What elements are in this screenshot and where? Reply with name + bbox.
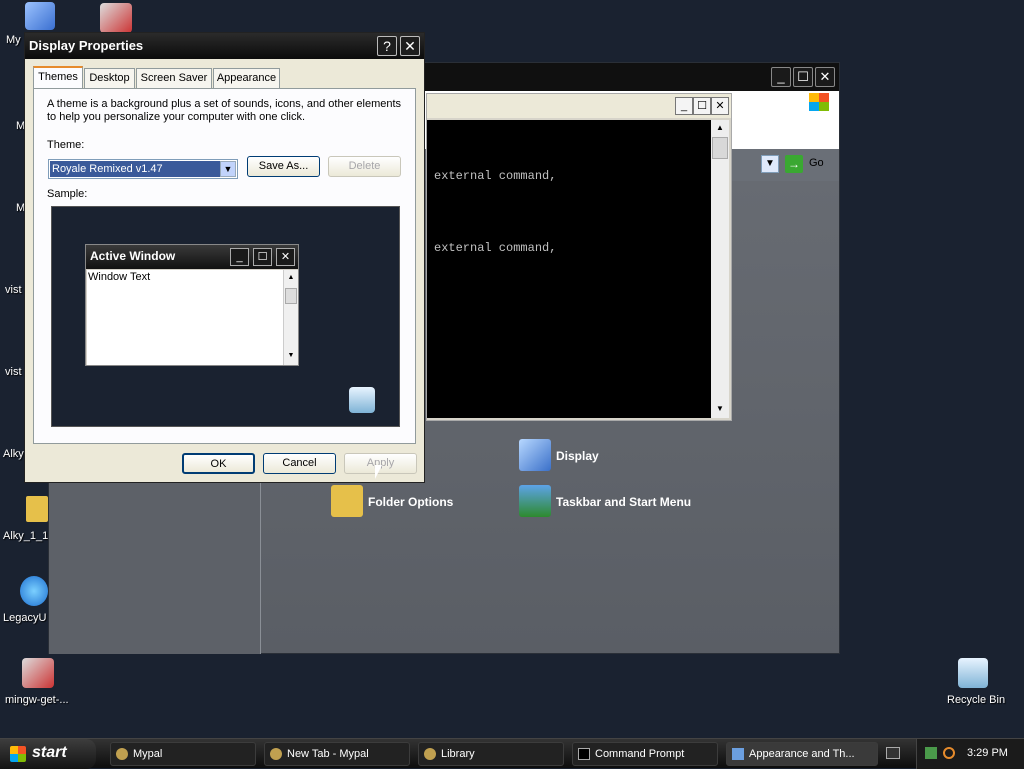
installer-icon[interactable] [100, 3, 132, 33]
scroll-thumb [285, 288, 297, 304]
mypal-icon [270, 748, 282, 760]
theme-label: Theme: [47, 139, 85, 151]
close-icon[interactable]: ✕ [815, 67, 835, 87]
taskbar: start Mypal New Tab - Mypal Library Comm… [0, 738, 1024, 769]
recycle-bin-icon[interactable] [958, 658, 988, 688]
save-as-button[interactable]: Save As... [247, 156, 320, 177]
folder-options-icon[interactable] [331, 485, 363, 517]
update-icon[interactable] [20, 576, 48, 606]
cmd-icon [578, 748, 590, 760]
go-label: Go [809, 157, 824, 169]
folder-icon[interactable] [26, 496, 48, 522]
desktop-icon-label[interactable]: Alky_1_1 [3, 530, 48, 542]
sample-window-text: Window Text [88, 271, 151, 283]
go-arrow-icon: → [785, 155, 803, 173]
maximize-icon: ☐ [253, 248, 272, 266]
dialog-title: Display Properties [29, 38, 144, 53]
clock[interactable]: 3:29 PM [967, 747, 1008, 759]
tab-appearance[interactable]: Appearance [213, 68, 280, 88]
scroll-up-icon: ▲ [287, 274, 295, 281]
desktop-icon-label[interactable]: vist [5, 284, 22, 296]
minimize-icon: _ [230, 248, 249, 266]
start-label: start [32, 744, 67, 761]
recycle-bin-label[interactable]: Recycle Bin [947, 694, 1005, 706]
taskbar-item-mypal[interactable]: Mypal [110, 742, 256, 766]
cmd-output[interactable]: external command, external command, [427, 120, 711, 418]
taskbar-icon[interactable] [519, 485, 551, 517]
taskbar-item-new-tab[interactable]: New Tab - Mypal [264, 742, 410, 766]
help-icon[interactable]: ? [377, 36, 397, 56]
minimize-icon[interactable]: _ [675, 97, 693, 115]
cmd-titlebar[interactable]: _ ☐ ✕ [427, 94, 731, 118]
recycle-bin-icon [349, 387, 375, 413]
taskbar-item-command-prompt[interactable]: Command Prompt [572, 742, 718, 766]
cp-item-taskbar[interactable]: Taskbar and Start Menu [556, 495, 691, 509]
cancel-button[interactable]: Cancel [263, 453, 336, 474]
taskbar-item-label: Appearance and Th... [749, 748, 855, 760]
dialog-titlebar[interactable]: Display Properties ? ✕ [25, 33, 424, 59]
close-icon: ✕ [276, 248, 295, 266]
sample-window-title: Active Window [90, 249, 176, 263]
network-icon[interactable] [925, 747, 937, 759]
my-computer-icon [25, 2, 55, 30]
sample-window-titlebar: Active Window _ ☐ ✕ [86, 245, 298, 269]
tab-themes[interactable]: Themes [33, 66, 83, 88]
library-icon [424, 748, 436, 760]
scroll-thumb[interactable] [712, 137, 728, 159]
desktop-icon-label[interactable]: LegacyU [3, 612, 46, 624]
taskbar-item-label: Mypal [133, 748, 163, 760]
display-properties-dialog: Display Properties ? ✕ Themes Desktop Sc… [24, 32, 425, 483]
themes-tab-panel: A theme is a background plus a set of so… [33, 88, 416, 444]
cmd-scrollbar[interactable]: ▲ ▼ [711, 120, 729, 418]
display-icon[interactable] [519, 439, 551, 471]
theme-dropdown-value: Royale Remixed v1.47 [50, 161, 220, 177]
sample-scrollbar: ▲ ▼ [283, 270, 298, 365]
scroll-down-icon[interactable]: ▼ [712, 402, 728, 416]
taskbar-item-label: Command Prompt [595, 748, 685, 760]
maximize-icon[interactable]: ☐ [693, 97, 711, 115]
taskbar-item-label: New Tab - Mypal [287, 748, 369, 760]
scroll-up-icon[interactable]: ▲ [712, 121, 728, 135]
sample-label: Sample: [47, 188, 88, 200]
start-button[interactable]: start [0, 739, 96, 769]
go-button[interactable]: → Go [785, 155, 835, 175]
windows-logo-icon [809, 93, 829, 111]
cmd-line: external command, [434, 241, 557, 255]
desktop-icon-label[interactable]: Alky [3, 448, 24, 460]
desktop-icon-label[interactable]: mingw-get-... [5, 694, 69, 706]
maximize-icon[interactable]: ☐ [793, 67, 813, 87]
minimize-icon[interactable]: _ [771, 67, 791, 87]
theme-description: A theme is a background plus a set of so… [47, 98, 402, 110]
theme-description-2: to help you personalize your computer wi… [47, 111, 306, 123]
search-icon[interactable] [943, 747, 955, 759]
mouse-cursor-icon [375, 465, 382, 479]
sample-active-window: Active Window _ ☐ ✕ Window Text ▲ ▼ [85, 244, 299, 366]
cp-item-folder-options[interactable]: Folder Options [368, 495, 453, 509]
system-tray: 3:29 PM [916, 739, 1024, 769]
cp-item-display[interactable]: Display [556, 449, 599, 463]
theme-dropdown[interactable]: Royale Remixed v1.47 ▼ [48, 159, 238, 179]
close-icon[interactable]: ✕ [400, 36, 420, 56]
delete-button[interactable]: Delete [328, 156, 401, 177]
tab-screen-saver[interactable]: Screen Saver [136, 68, 212, 88]
close-icon[interactable]: ✕ [711, 97, 729, 115]
cmd-line: external command, [434, 169, 557, 183]
command-prompt-window: _ ☐ ✕ external command, external command… [426, 93, 732, 421]
windows-flag-icon [10, 746, 26, 762]
chevron-down-icon[interactable]: ▼ [220, 161, 236, 177]
desktop-icon-label[interactable]: vist [5, 366, 22, 378]
theme-sample-preview: Active Window _ ☐ ✕ Window Text ▲ ▼ [51, 206, 400, 427]
taskbar-item-appearance[interactable]: Appearance and Th... [726, 742, 878, 766]
tab-desktop[interactable]: Desktop [84, 68, 135, 88]
ok-button[interactable]: OK [182, 453, 255, 474]
sample-window-body: Window Text [87, 270, 283, 365]
address-dropdown-icon[interactable]: ▼ [761, 155, 779, 173]
scroll-down-icon: ▼ [287, 352, 295, 359]
keyboard-icon[interactable] [886, 747, 900, 759]
taskbar-item-label: Library [441, 748, 475, 760]
installer-icon[interactable] [22, 658, 54, 688]
mypal-icon [116, 748, 128, 760]
taskbar-item-library[interactable]: Library [418, 742, 564, 766]
control-panel-icon [732, 748, 744, 760]
